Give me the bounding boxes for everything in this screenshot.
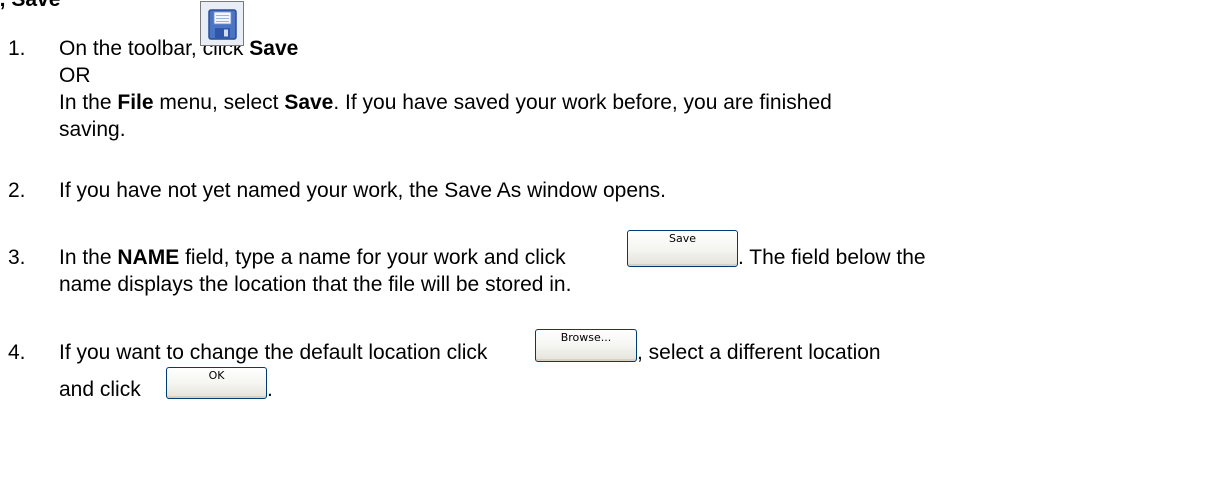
- step-text: . The field below the: [738, 246, 926, 269]
- step-number: 2.: [8, 179, 26, 202]
- browse-button-label: Browse...: [560, 331, 612, 344]
- step-text: If you have not yet named your work, the…: [59, 179, 667, 202]
- step-text: name displays the location that the file…: [59, 273, 572, 296]
- save-button[interactable]: Save: [627, 230, 738, 267]
- step-bold-text: Save: [249, 37, 299, 60]
- step-text: . If you have saved your work before, yo…: [333, 91, 832, 114]
- browse-button[interactable]: Browse...: [535, 329, 637, 362]
- step-text: and click: [59, 378, 141, 401]
- ok-button-label: OK: [208, 369, 225, 382]
- step-text: In the: [59, 91, 118, 114]
- step-text: , select a different location: [637, 341, 881, 364]
- step-number: 1.: [8, 37, 26, 60]
- or-text: OR: [59, 64, 91, 87]
- step-text: If you want to change the default locati…: [59, 341, 488, 364]
- step-number: 3.: [8, 246, 26, 269]
- step-text: field, type a name for your work and cli…: [179, 246, 566, 269]
- save-button-label: Save: [668, 232, 696, 245]
- step-text: saving.: [59, 118, 126, 141]
- floppy-disk-icon: [208, 9, 237, 40]
- ok-button[interactable]: OK: [166, 367, 267, 399]
- step-bold-text: NAME: [117, 246, 180, 269]
- step-text: menu, select: [153, 91, 285, 114]
- step-text: .: [267, 378, 273, 401]
- section-heading: s, Save: [0, 0, 60, 13]
- toolbar-save-button[interactable]: [200, 1, 244, 46]
- step-text: In the: [59, 246, 118, 269]
- step-bold-text: Save: [284, 91, 334, 114]
- step-bold-text: File: [117, 91, 154, 114]
- step-number: 4.: [8, 341, 26, 364]
